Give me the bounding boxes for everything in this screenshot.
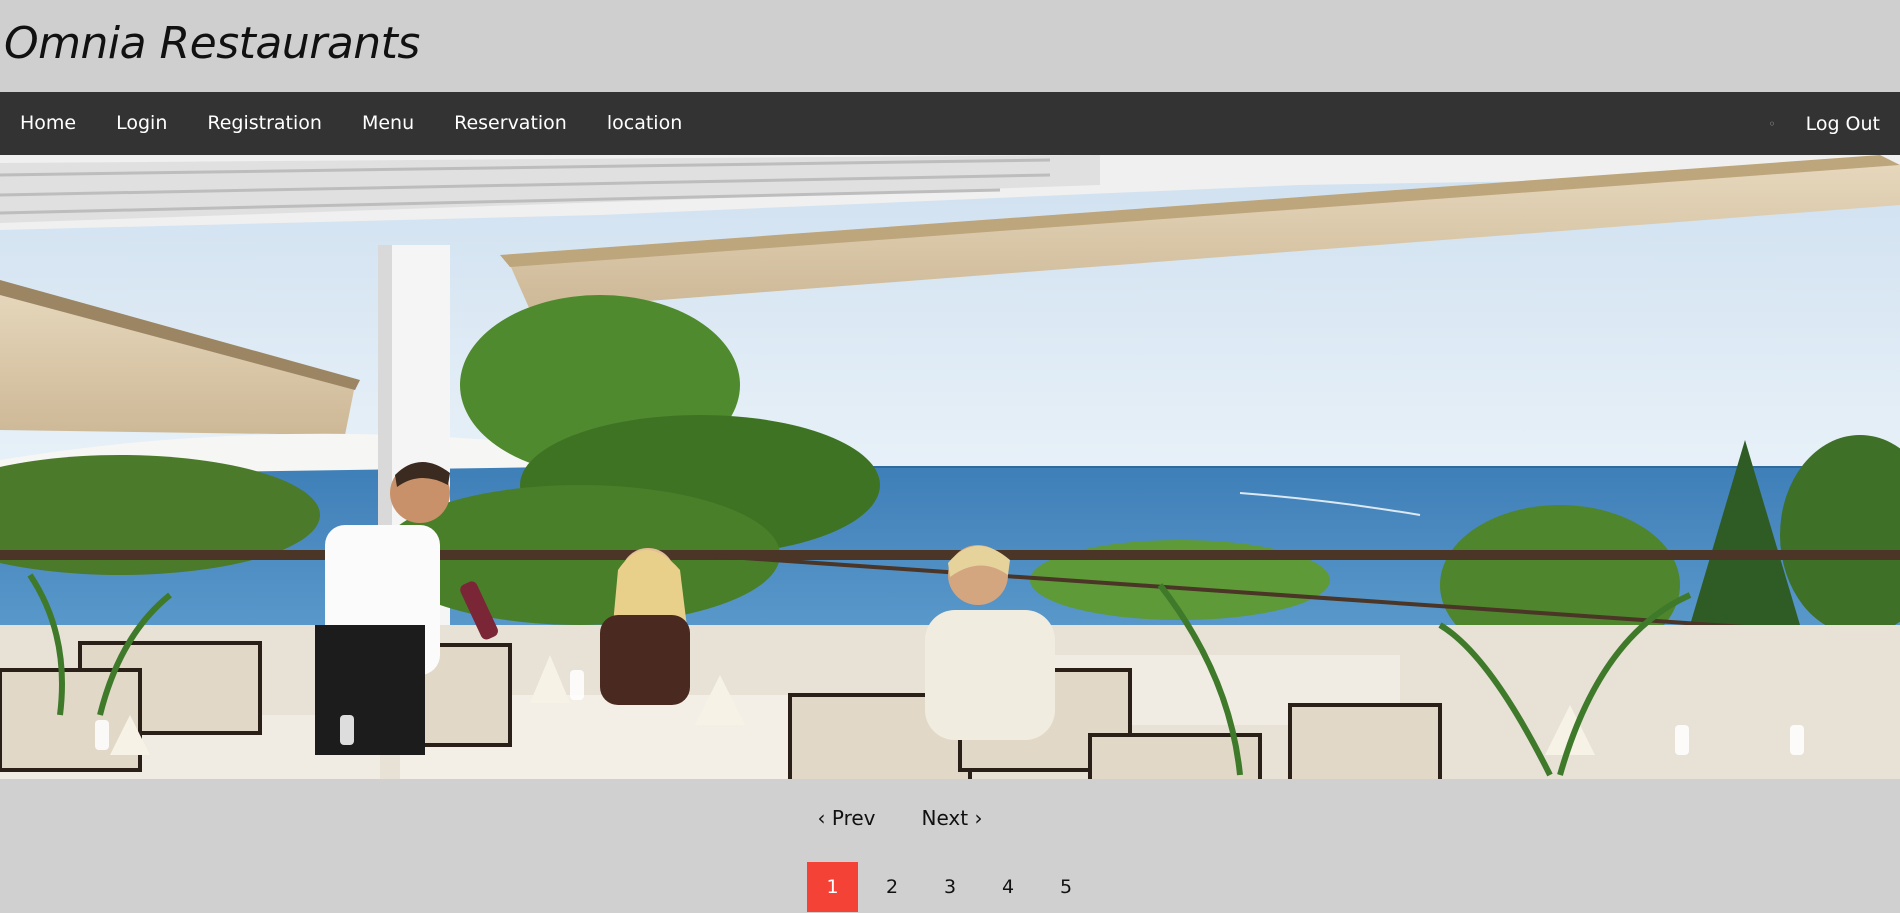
nav-menu[interactable]: Menu — [342, 92, 434, 155]
nav-right: ◦ Log Out — [1768, 92, 1900, 155]
next-button[interactable]: Next › — [922, 806, 983, 830]
slideshow-controls: ‹ Prev Next › — [0, 806, 1900, 830]
header: Omnia Restaurants — [0, 0, 1900, 92]
nav-login[interactable]: Login — [96, 92, 187, 155]
page-1-button[interactable]: 1 — [807, 862, 858, 912]
prev-button[interactable]: ‹ Prev — [818, 806, 876, 830]
pagination: 1 2 3 4 5 — [807, 862, 1095, 912]
page-4-button[interactable]: 4 — [979, 862, 1037, 912]
nav-home[interactable]: Home — [0, 92, 96, 155]
nav-reservation[interactable]: Reservation — [434, 92, 587, 155]
page-5-button[interactable]: 5 — [1037, 862, 1095, 912]
page-2-button[interactable]: 2 — [863, 862, 921, 912]
page-3-button[interactable]: 3 — [921, 862, 979, 912]
nav-registration[interactable]: Registration — [187, 92, 342, 155]
nav-dot: ◦ — [1768, 116, 1776, 131]
nav-location[interactable]: location — [587, 92, 702, 155]
nav-links: Home Login Registration Menu Reservation… — [0, 92, 702, 155]
navbar: Home Login Registration Menu Reservation… — [0, 92, 1900, 155]
logout-link[interactable]: Log Out — [1806, 113, 1900, 135]
site-title: Omnia Restaurants — [4, 18, 420, 69]
slideshow-image — [0, 155, 1900, 779]
